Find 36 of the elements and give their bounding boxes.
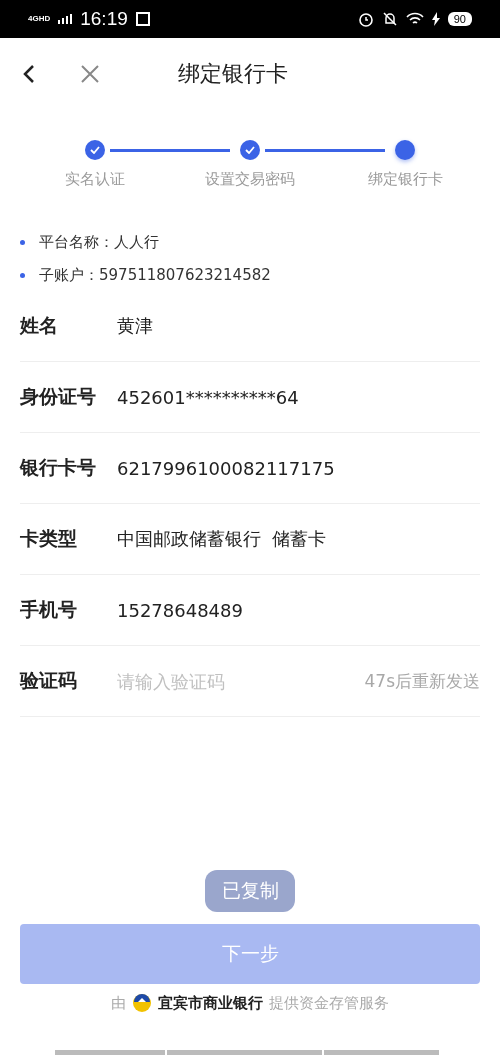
clock: 16:19 (80, 8, 128, 30)
field-label: 身份证号 (20, 384, 97, 409)
field-label: 姓名 (20, 313, 59, 338)
muted-bell-icon (381, 11, 398, 27)
bank-logo-icon (132, 993, 152, 1013)
info-text: 平台名称：人人行 (39, 233, 159, 252)
step-label: 绑定银行卡 (367, 170, 443, 189)
bullet-icon (20, 240, 25, 245)
signal-icon (58, 14, 73, 24)
resend-countdown[interactable]: 47s后重新发送 (364, 669, 480, 693)
field-value: 黄津 (117, 314, 153, 338)
info-text: 子账户：597511807623214582 (39, 266, 271, 285)
field-value: 中国邮政储蓄银行 储蓄卡 (117, 527, 327, 551)
close-icon[interactable] (80, 64, 100, 84)
footer-text: 提供资金存管服务 (269, 993, 389, 1013)
network-type: 4GHD (28, 15, 51, 23)
back-icon[interactable] (22, 64, 36, 84)
field-value: 6217996100082117175 (117, 457, 335, 479)
bullet-icon (20, 273, 25, 278)
field-label: 手机号 (20, 597, 78, 622)
alarm-icon (357, 11, 374, 27)
page-title: 绑定银行卡 (178, 60, 288, 88)
footer-prefix: 由 (111, 993, 126, 1013)
wifi-icon (405, 12, 424, 26)
screenshot-icon (135, 12, 150, 26)
field-label: 银行卡号 (20, 455, 97, 480)
charging-icon (431, 12, 440, 26)
battery-level: 90 (447, 12, 472, 26)
step-label: 设置交易密码 (205, 170, 295, 189)
field-label: 验证码 (20, 668, 78, 693)
copied-toast: 已复制 (205, 870, 295, 912)
field-value: 452601**********64 (117, 386, 299, 408)
field-label: 卡类型 (20, 526, 78, 551)
bank-name: 宜宾市商业银行 (158, 993, 263, 1013)
field-value: 15278648489 (117, 599, 243, 621)
step-label: 实名认证 (65, 170, 125, 189)
